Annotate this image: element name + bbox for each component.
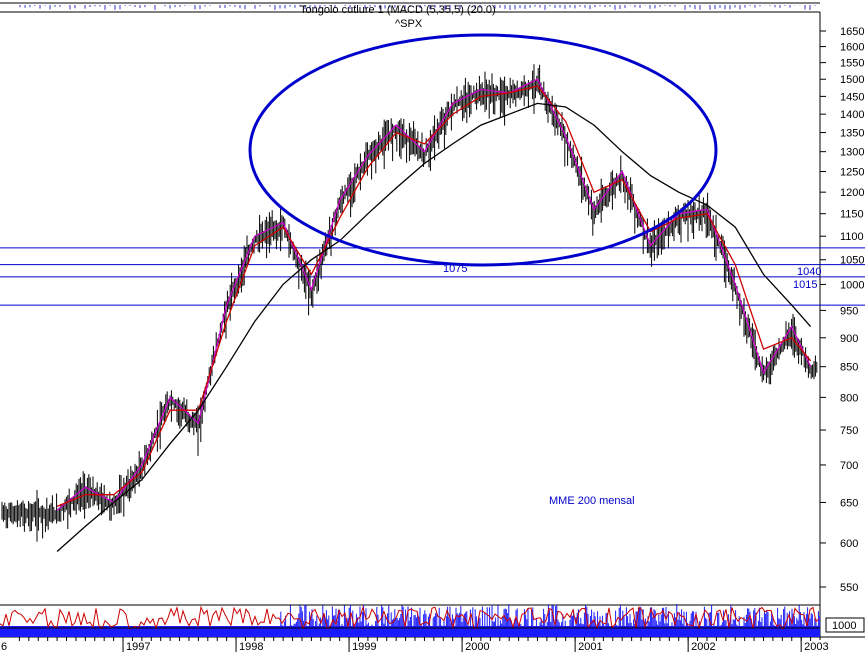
y-tick-label: 1250: [840, 167, 864, 179]
y-tick-label: 1400: [840, 109, 864, 121]
price-bars: [1, 64, 818, 542]
chart-title: Tongolo cutlure 1 (MACD (5,35,5) (20.0): [300, 4, 496, 16]
y-tick-label: 900: [840, 333, 858, 345]
x-tick-label: 2001: [578, 641, 602, 652]
x-tick-label: 2003: [804, 641, 828, 652]
label-1015: 1015: [793, 279, 817, 291]
y-tick-label: 750: [840, 425, 858, 437]
series-line: [56, 78, 812, 511]
y-tick-label: 850: [840, 362, 858, 374]
y-tick-label: 1600: [840, 42, 864, 54]
label-mme-200: MME 200 mensal: [549, 495, 635, 507]
y-tick-label: 1100: [840, 231, 864, 243]
y-tick-label: 1350: [840, 128, 864, 140]
lower-panel-label: 1000: [832, 620, 856, 632]
y-tick-label: 1450: [840, 91, 864, 103]
x-tick-label: 6: [1, 641, 7, 652]
y-axis: 5506006507007508008509009501000105011001…: [820, 26, 864, 594]
top-formation-ellipse: [248, 33, 718, 267]
x-tick-label: 1999: [352, 641, 376, 652]
series-line: [56, 102, 812, 552]
y-tick-label: 800: [840, 392, 858, 404]
price-bar: [1, 64, 818, 542]
lower-indicator-panel: 1000: [0, 604, 865, 638]
x-tick-label: 2002: [691, 641, 715, 652]
spx-chart: Tongolo cutlure 1 (MACD (5,35,5) (20.0) …: [0, 2, 865, 652]
y-tick-label: 550: [840, 582, 858, 594]
label-1040: 1040: [797, 266, 821, 278]
support-lines: [0, 247, 865, 306]
y-tick-label: 600: [840, 538, 858, 550]
y-tick-label: 700: [840, 460, 858, 472]
y-tick-label: 1500: [840, 74, 864, 86]
y-tick-label: 1200: [840, 187, 864, 199]
x-axis: 6 1997 1998 1999 2000 2001 2002 2003: [1, 637, 829, 652]
y-tick-label: 1300: [840, 147, 864, 159]
x-tick-label: 1997: [126, 641, 150, 652]
y-tick-label: 1650: [840, 26, 864, 38]
x-tick-label: 2000: [465, 641, 489, 652]
y-tick-label: 1000: [840, 279, 864, 291]
chart-subtitle: ^SPX: [395, 18, 423, 30]
y-tick-label: 1550: [840, 58, 864, 70]
y-tick-label: 650: [840, 497, 858, 509]
y-tick-label: 1150: [840, 209, 864, 221]
y-tick-label: 950: [840, 305, 858, 317]
x-tick-label: 1998: [239, 641, 263, 652]
moving-averages: [56, 78, 812, 552]
label-1075: 1075: [443, 263, 467, 275]
